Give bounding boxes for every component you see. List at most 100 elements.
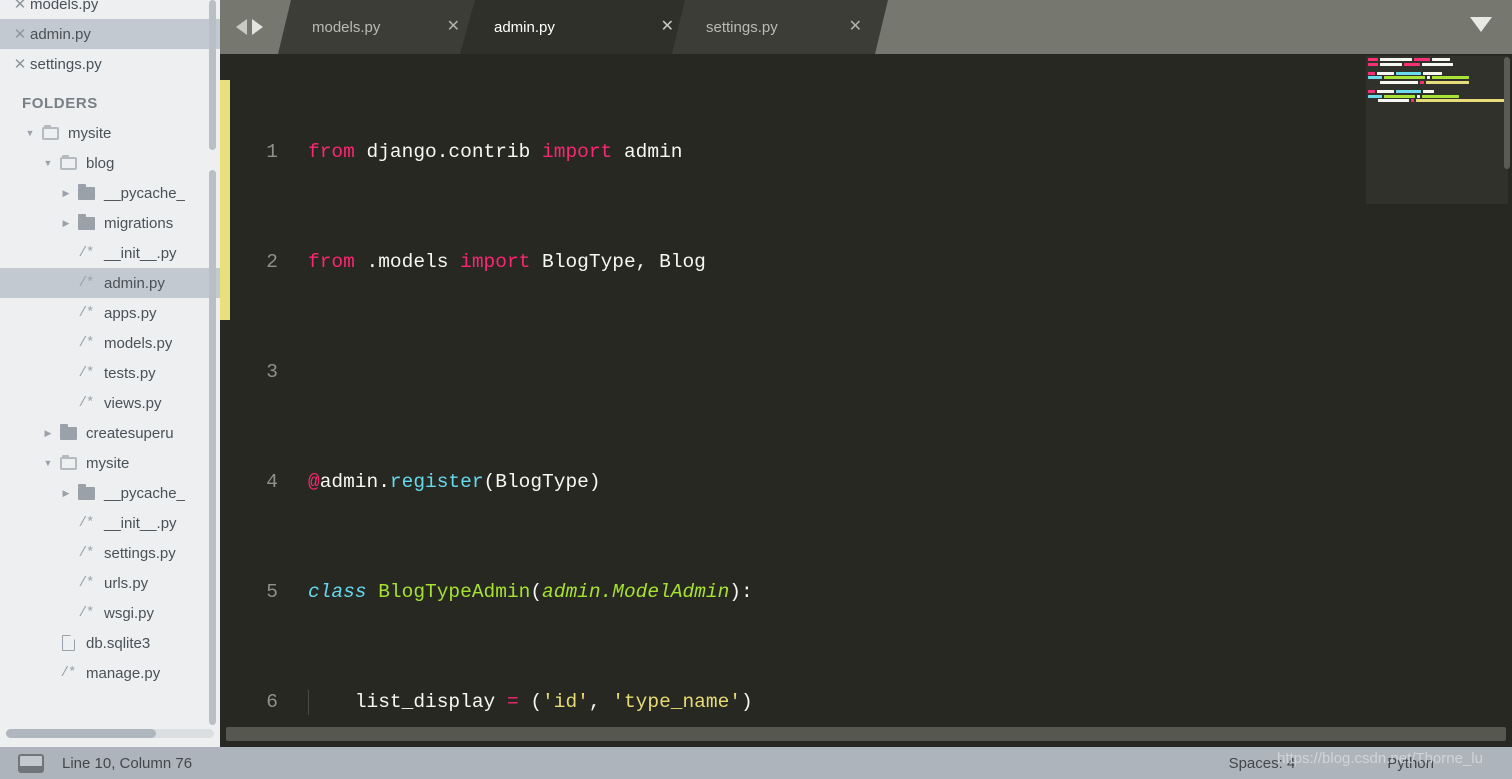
chevron-right-icon[interactable]: ▶: [40, 428, 56, 438]
arrow-left-icon[interactable]: [235, 19, 247, 35]
sidebar-vertical-scrollbar-upper[interactable]: [209, 0, 216, 150]
tree-item-createsuperu[interactable]: ▶ createsuperu: [0, 418, 220, 448]
tree-item-label: wsgi.py: [104, 604, 155, 622]
chevron-down-icon[interactable]: ▼: [40, 458, 56, 468]
spacer-icon: ▶: [58, 579, 74, 588]
tree-item-label: migrations: [104, 214, 174, 232]
line-number: 4: [266, 470, 278, 493]
chevron-right-icon[interactable]: ▶: [58, 218, 74, 228]
open-file-models-py[interactable]: ✕ models.py: [0, 0, 220, 19]
tree-item-models-py[interactable]: ▶ /* models.py: [0, 328, 220, 358]
sidebar-horizontal-scrollbar-thumb[interactable]: [6, 729, 156, 738]
tree-item-manage-py[interactable]: ▶ /* manage.py: [0, 658, 220, 688]
python-file-icon: /*: [78, 335, 95, 351]
indent-guide: [308, 689, 309, 715]
minimap-scrollbar[interactable]: [1504, 57, 1510, 169]
tree-item-migrations[interactable]: ▶ migrations: [0, 208, 220, 238]
tree-item-label: manage.py: [86, 664, 161, 682]
tree-item-admin-py[interactable]: ▶ /* admin.py: [0, 268, 220, 298]
line-number: 2: [266, 250, 278, 273]
token-equals: =: [506, 690, 519, 713]
tab-bar: models.py ✕ admin.py ✕ settings.py ✕: [220, 0, 1512, 54]
chevron-right-icon[interactable]: ▶: [58, 488, 74, 498]
open-file-settings-py[interactable]: ✕ settings.py: [0, 49, 220, 79]
sidebar-vertical-scrollbar[interactable]: [209, 170, 216, 725]
line-column-indicator[interactable]: Line 10, Column 76: [62, 755, 192, 772]
tree-item-apps-py[interactable]: ▶ /* apps.py: [0, 298, 220, 328]
open-file-admin-py[interactable]: ✕ admin.py: [0, 19, 220, 49]
minimap-viewport[interactable]: [1366, 56, 1508, 204]
close-icon[interactable]: ✕: [10, 0, 30, 12]
status-bar: Line 10, Column 76 Spaces: 4 Python: [0, 747, 1512, 779]
code-line-3: 3: [220, 359, 1512, 387]
chevron-down-icon[interactable]: ▼: [40, 158, 56, 168]
tab-models-py[interactable]: models.py ✕: [278, 0, 486, 54]
token-at: @: [308, 470, 320, 493]
code-text: from django.contrib import admin: [292, 139, 1512, 167]
tree-item-urls-py[interactable]: ▶ /* urls.py: [0, 568, 220, 598]
spacer-icon: ▶: [58, 519, 74, 528]
tree-item--pycache-[interactable]: ▶ __pycache_: [0, 478, 220, 508]
code-lines[interactable]: 1 from django.contrib import admin 2 fro…: [220, 54, 1512, 747]
minimap[interactable]: [1364, 54, 1512, 747]
indentation-indicator[interactable]: Spaces: 4: [1229, 755, 1296, 772]
token-admin: admin.: [319, 470, 390, 493]
sidebar[interactable]: ✕ models.py ✕ admin.py ✕ settings.py FOL…: [0, 0, 220, 747]
tab-settings-py[interactable]: settings.py ✕: [672, 0, 888, 54]
tree-item-db-sqlite3[interactable]: ▶ db.sqlite3: [0, 628, 220, 658]
tree-item-blog[interactable]: ▼ blog: [0, 148, 220, 178]
editor-horizontal-scrollbar[interactable]: [226, 727, 1506, 741]
panel-toggle-icon[interactable]: [18, 753, 44, 773]
editor-horizontal-scrollbar-thumb[interactable]: [226, 727, 1506, 741]
python-file-icon: /*: [78, 545, 95, 561]
close-icon[interactable]: ✕: [435, 19, 486, 35]
python-file-icon: /*: [78, 275, 95, 291]
code-line-4: 4 @admin.register(BlogType): [220, 469, 1512, 497]
tree-item--init-py[interactable]: ▶ /* __init__.py: [0, 238, 220, 268]
close-icon[interactable]: ✕: [10, 57, 30, 72]
token-names: BlogType, Blog: [530, 250, 706, 273]
sidebar-horizontal-scrollbar[interactable]: [6, 729, 214, 738]
tree-item-views-py[interactable]: ▶ /* views.py: [0, 388, 220, 418]
token-import: import: [542, 140, 613, 163]
line-number: 3: [266, 360, 278, 383]
tab-navigation[interactable]: [220, 0, 278, 54]
tree-item-label: views.py: [104, 394, 162, 412]
spacer-icon: ▶: [40, 669, 56, 678]
tree-item-wsgi-py[interactable]: ▶ /* wsgi.py: [0, 598, 220, 628]
tab-admin-py[interactable]: admin.py ✕: [460, 0, 700, 54]
spacer-icon: ▶: [58, 279, 74, 288]
chevron-down-icon[interactable]: ▼: [22, 128, 38, 138]
code-text: class BlogTypeAdmin(admin.ModelAdmin):: [292, 579, 1512, 607]
folder-open-icon: [56, 454, 80, 470]
tree-item--init-py[interactable]: ▶ /* __init__.py: [0, 508, 220, 538]
line-number: 5: [266, 580, 278, 603]
tree-item--pycache-[interactable]: ▶ __pycache_: [0, 178, 220, 208]
folder-closed-icon: [74, 213, 98, 230]
tree-item-label: tests.py: [104, 364, 156, 382]
tree-item-settings-py[interactable]: ▶ /* settings.py: [0, 538, 220, 568]
tab-label: models.py: [312, 18, 381, 36]
token-import: import: [460, 250, 531, 273]
close-icon[interactable]: ✕: [837, 19, 888, 35]
python-file-icon: /*: [60, 665, 77, 681]
token-lparen: (: [530, 580, 543, 603]
close-icon[interactable]: ✕: [649, 19, 700, 35]
tree-item-mysite[interactable]: ▼ mysite: [0, 448, 220, 478]
python-file-icon: /*: [78, 575, 95, 591]
syntax-indicator[interactable]: Python: [1387, 755, 1434, 772]
chevron-down-icon[interactable]: [1470, 17, 1492, 32]
code-text: list_display = ('id', 'type_name'): [292, 689, 1512, 717]
tree-item-mysite[interactable]: ▼ mysite: [0, 118, 220, 148]
spacer-icon: ▶: [58, 309, 74, 318]
tree-item-tests-py[interactable]: ▶ /* tests.py: [0, 358, 220, 388]
chevron-right-icon[interactable]: ▶: [58, 188, 74, 198]
arrow-right-icon[interactable]: [251, 19, 263, 35]
python-file-icon: /*: [78, 305, 95, 321]
token-from: from: [308, 140, 355, 163]
code-area[interactable]: 1 from django.contrib import admin 2 fro…: [220, 54, 1512, 747]
token-class-name: BlogTypeAdmin: [366, 580, 531, 603]
code-line-1: 1 from django.contrib import admin: [220, 139, 1512, 167]
close-icon[interactable]: ✕: [10, 27, 30, 42]
